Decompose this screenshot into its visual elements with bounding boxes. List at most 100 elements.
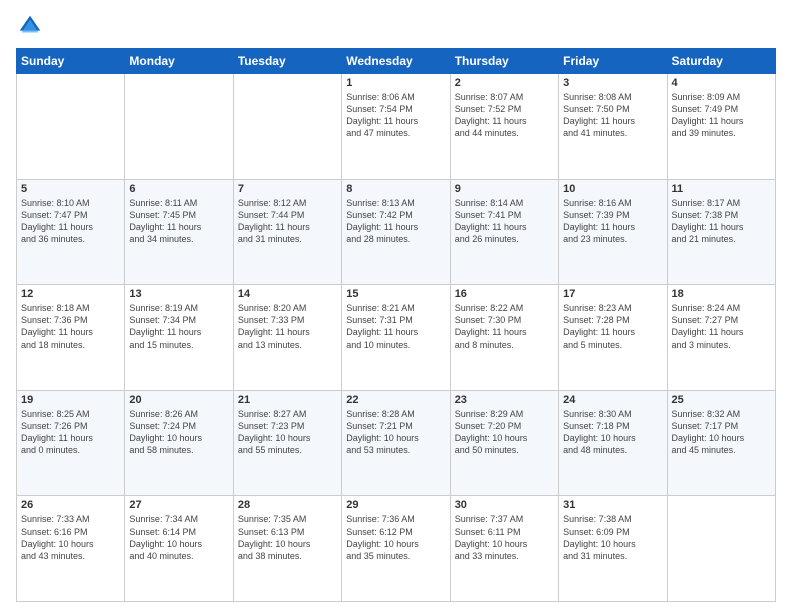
day-number: 6 <box>129 183 228 195</box>
calendar-cell: 1 Sunrise: 8:06 AM Sunset: 7:54 PM Daylig… <box>342 74 450 180</box>
day-number: 16 <box>455 288 554 300</box>
day-number: 2 <box>455 77 554 89</box>
day-number: 17 <box>563 288 662 300</box>
calendar-cell: 3 Sunrise: 8:08 AM Sunset: 7:50 PM Daylig… <box>559 74 667 180</box>
day-info: Sunrise: 8:27 AM Sunset: 7:23 PM Dayligh… <box>238 408 337 457</box>
page: SundayMondayTuesdayWednesdayThursdayFrid… <box>0 0 792 612</box>
day-number: 1 <box>346 77 445 89</box>
week-row-0: 1 Sunrise: 8:06 AM Sunset: 7:54 PM Daylig… <box>17 74 776 180</box>
day-info: Sunrise: 7:35 AM Sunset: 6:13 PM Dayligh… <box>238 513 337 562</box>
day-info: Sunrise: 8:24 AM Sunset: 7:27 PM Dayligh… <box>672 302 771 351</box>
calendar-cell: 29 Sunrise: 7:36 AM Sunset: 6:12 PM Dayli… <box>342 496 450 602</box>
day-number: 28 <box>238 499 337 511</box>
day-info: Sunrise: 8:06 AM Sunset: 7:54 PM Dayligh… <box>346 91 445 140</box>
weekday-header-saturday: Saturday <box>667 49 775 74</box>
day-number: 15 <box>346 288 445 300</box>
weekday-header-monday: Monday <box>125 49 233 74</box>
day-number: 8 <box>346 183 445 195</box>
calendar-cell <box>125 74 233 180</box>
day-number: 22 <box>346 394 445 406</box>
day-info: Sunrise: 8:30 AM Sunset: 7:18 PM Dayligh… <box>563 408 662 457</box>
calendar-cell: 10 Sunrise: 8:16 AM Sunset: 7:39 PM Dayli… <box>559 179 667 285</box>
day-number: 10 <box>563 183 662 195</box>
day-number: 9 <box>455 183 554 195</box>
calendar-cell: 24 Sunrise: 8:30 AM Sunset: 7:18 PM Dayli… <box>559 390 667 496</box>
day-info: Sunrise: 7:34 AM Sunset: 6:14 PM Dayligh… <box>129 513 228 562</box>
calendar-cell: 19 Sunrise: 8:25 AM Sunset: 7:26 PM Dayli… <box>17 390 125 496</box>
day-info: Sunrise: 8:11 AM Sunset: 7:45 PM Dayligh… <box>129 197 228 246</box>
day-number: 11 <box>672 183 771 195</box>
day-info: Sunrise: 8:32 AM Sunset: 7:17 PM Dayligh… <box>672 408 771 457</box>
calendar-cell: 23Sunrise: 8:29 AM Sunset: 7:20 PM Dayli… <box>450 390 558 496</box>
day-number: 19 <box>21 394 120 406</box>
day-info: Sunrise: 8:26 AM Sunset: 7:24 PM Dayligh… <box>129 408 228 457</box>
day-number: 23 <box>455 394 554 406</box>
calendar-cell: 15 Sunrise: 8:21 AM Sunset: 7:31 PM Dayli… <box>342 285 450 391</box>
calendar-cell: 13Sunrise: 8:19 AM Sunset: 7:34 PM Dayli… <box>125 285 233 391</box>
calendar-cell: 27 Sunrise: 7:34 AM Sunset: 6:14 PM Dayli… <box>125 496 233 602</box>
day-number: 27 <box>129 499 228 511</box>
day-info: Sunrise: 8:28 AM Sunset: 7:21 PM Dayligh… <box>346 408 445 457</box>
day-info: Sunrise: 7:38 AM Sunset: 6:09 PM Dayligh… <box>563 513 662 562</box>
calendar-cell: 6 Sunrise: 8:11 AM Sunset: 7:45 PM Daylig… <box>125 179 233 285</box>
calendar-cell: 21 Sunrise: 8:27 AM Sunset: 7:23 PM Dayli… <box>233 390 341 496</box>
calendar-cell: 11 Sunrise: 8:17 AM Sunset: 7:38 PM Dayli… <box>667 179 775 285</box>
day-info: Sunrise: 8:07 AM Sunset: 7:52 PM Dayligh… <box>455 91 554 140</box>
calendar-cell: 20 Sunrise: 8:26 AM Sunset: 7:24 PM Dayli… <box>125 390 233 496</box>
calendar: SundayMondayTuesdayWednesdayThursdayFrid… <box>16 48 776 602</box>
day-info: Sunrise: 8:09 AM Sunset: 7:49 PM Dayligh… <box>672 91 771 140</box>
weekday-header-row: SundayMondayTuesdayWednesdayThursdayFrid… <box>17 49 776 74</box>
calendar-cell <box>233 74 341 180</box>
day-info: Sunrise: 8:14 AM Sunset: 7:41 PM Dayligh… <box>455 197 554 246</box>
day-info: Sunrise: 8:10 AM Sunset: 7:47 PM Dayligh… <box>21 197 120 246</box>
day-number: 31 <box>563 499 662 511</box>
calendar-cell: 9 Sunrise: 8:14 AM Sunset: 7:41 PM Daylig… <box>450 179 558 285</box>
calendar-cell: 14 Sunrise: 8:20 AM Sunset: 7:33 PM Dayli… <box>233 285 341 391</box>
day-number: 4 <box>672 77 771 89</box>
day-info: Sunrise: 8:12 AM Sunset: 7:44 PM Dayligh… <box>238 197 337 246</box>
week-row-3: 19 Sunrise: 8:25 AM Sunset: 7:26 PM Dayli… <box>17 390 776 496</box>
calendar-cell: 28 Sunrise: 7:35 AM Sunset: 6:13 PM Dayli… <box>233 496 341 602</box>
calendar-cell: 7 Sunrise: 8:12 AM Sunset: 7:44 PM Daylig… <box>233 179 341 285</box>
day-number: 21 <box>238 394 337 406</box>
day-info: Sunrise: 8:22 AM Sunset: 7:30 PM Dayligh… <box>455 302 554 351</box>
day-number: 14 <box>238 288 337 300</box>
calendar-cell <box>667 496 775 602</box>
day-number: 18 <box>672 288 771 300</box>
day-info: Sunrise: 8:08 AM Sunset: 7:50 PM Dayligh… <box>563 91 662 140</box>
day-number: 3 <box>563 77 662 89</box>
day-number: 7 <box>238 183 337 195</box>
calendar-cell: 26 Sunrise: 7:33 AM Sunset: 6:16 PM Dayli… <box>17 496 125 602</box>
day-info: Sunrise: 8:20 AM Sunset: 7:33 PM Dayligh… <box>238 302 337 351</box>
day-info: Sunrise: 8:13 AM Sunset: 7:42 PM Dayligh… <box>346 197 445 246</box>
day-info: Sunrise: 8:19 AM Sunset: 7:34 PM Dayligh… <box>129 302 228 351</box>
weekday-header-tuesday: Tuesday <box>233 49 341 74</box>
day-info: Sunrise: 8:18 AM Sunset: 7:36 PM Dayligh… <box>21 302 120 351</box>
day-number: 12 <box>21 288 120 300</box>
day-info: Sunrise: 7:36 AM Sunset: 6:12 PM Dayligh… <box>346 513 445 562</box>
day-info: Sunrise: 8:16 AM Sunset: 7:39 PM Dayligh… <box>563 197 662 246</box>
day-number: 29 <box>346 499 445 511</box>
day-info: Sunrise: 7:33 AM Sunset: 6:16 PM Dayligh… <box>21 513 120 562</box>
weekday-header-sunday: Sunday <box>17 49 125 74</box>
day-info: Sunrise: 8:21 AM Sunset: 7:31 PM Dayligh… <box>346 302 445 351</box>
day-number: 20 <box>129 394 228 406</box>
calendar-cell: 18 Sunrise: 8:24 AM Sunset: 7:27 PM Dayli… <box>667 285 775 391</box>
logo-icon <box>16 12 44 40</box>
day-number: 25 <box>672 394 771 406</box>
day-number: 26 <box>21 499 120 511</box>
day-info: Sunrise: 8:17 AM Sunset: 7:38 PM Dayligh… <box>672 197 771 246</box>
day-number: 24 <box>563 394 662 406</box>
calendar-cell: 2 Sunrise: 8:07 AM Sunset: 7:52 PM Daylig… <box>450 74 558 180</box>
calendar-cell: 25 Sunrise: 8:32 AM Sunset: 7:17 PM Dayli… <box>667 390 775 496</box>
day-number: 30 <box>455 499 554 511</box>
calendar-cell <box>17 74 125 180</box>
logo <box>16 12 48 40</box>
week-row-4: 26 Sunrise: 7:33 AM Sunset: 6:16 PM Dayli… <box>17 496 776 602</box>
day-info: Sunrise: 8:23 AM Sunset: 7:28 PM Dayligh… <box>563 302 662 351</box>
weekday-header-friday: Friday <box>559 49 667 74</box>
calendar-cell: 5Sunrise: 8:10 AM Sunset: 7:47 PM Daylig… <box>17 179 125 285</box>
day-info: Sunrise: 7:37 AM Sunset: 6:11 PM Dayligh… <box>455 513 554 562</box>
day-info: Sunrise: 8:25 AM Sunset: 7:26 PM Dayligh… <box>21 408 120 457</box>
calendar-cell: 8 Sunrise: 8:13 AM Sunset: 7:42 PM Daylig… <box>342 179 450 285</box>
